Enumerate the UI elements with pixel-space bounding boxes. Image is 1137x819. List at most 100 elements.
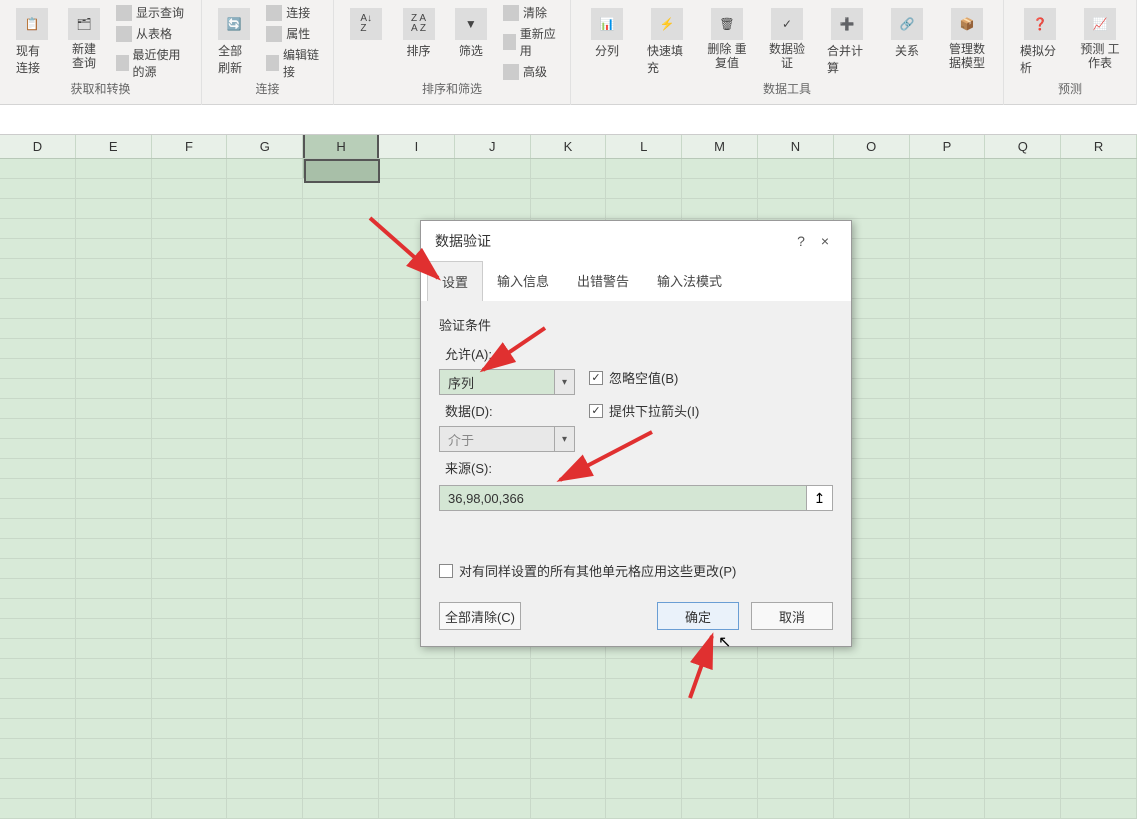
cell[interactable]	[985, 539, 1061, 559]
cell[interactable]	[152, 759, 228, 779]
cell[interactable]	[910, 599, 986, 619]
cell[interactable]	[0, 599, 76, 619]
dialog-close-button[interactable]: ×	[813, 233, 837, 249]
cell[interactable]	[76, 699, 152, 719]
clear-filter-button[interactable]: 清除	[503, 4, 558, 21]
cell[interactable]	[1061, 499, 1137, 519]
cell[interactable]	[531, 179, 607, 199]
cell[interactable]	[682, 159, 758, 179]
reapply-button[interactable]: 重新应用	[503, 25, 558, 59]
source-input[interactable]	[439, 485, 807, 511]
cell[interactable]	[152, 379, 228, 399]
cell[interactable]	[0, 459, 76, 479]
cell[interactable]	[227, 259, 303, 279]
cell[interactable]	[910, 199, 986, 219]
cell[interactable]	[0, 679, 76, 699]
cell[interactable]	[152, 359, 228, 379]
cell[interactable]	[834, 179, 910, 199]
cell[interactable]	[531, 199, 607, 219]
cell[interactable]	[985, 579, 1061, 599]
column-header-I[interactable]: I	[379, 135, 455, 158]
cell[interactable]	[910, 279, 986, 299]
cell[interactable]	[379, 779, 455, 799]
cell[interactable]	[76, 519, 152, 539]
cell[interactable]	[0, 499, 76, 519]
cell[interactable]	[910, 179, 986, 199]
cell[interactable]	[985, 459, 1061, 479]
cell[interactable]	[76, 439, 152, 459]
cell[interactable]	[910, 459, 986, 479]
cell[interactable]	[682, 799, 758, 819]
cell[interactable]	[227, 739, 303, 759]
cell[interactable]	[455, 719, 531, 739]
cell[interactable]	[531, 739, 607, 759]
cell[interactable]	[76, 679, 152, 699]
cell[interactable]	[152, 319, 228, 339]
cell[interactable]	[910, 559, 986, 579]
cell[interactable]	[910, 799, 986, 819]
from-table-button[interactable]: 从表格	[116, 25, 189, 42]
cell[interactable]	[1061, 379, 1137, 399]
cell[interactable]	[227, 319, 303, 339]
cell[interactable]	[1061, 199, 1137, 219]
connections-button[interactable]: 连接	[266, 4, 321, 21]
cell[interactable]	[76, 659, 152, 679]
cell[interactable]	[0, 219, 76, 239]
cell[interactable]	[0, 299, 76, 319]
cell[interactable]	[152, 579, 228, 599]
cell[interactable]	[910, 239, 986, 259]
cell[interactable]	[985, 559, 1061, 579]
cell[interactable]	[910, 259, 986, 279]
cell[interactable]	[303, 519, 379, 539]
cell[interactable]	[910, 479, 986, 499]
cell[interactable]	[682, 759, 758, 779]
cell[interactable]	[910, 579, 986, 599]
cell[interactable]	[758, 199, 834, 219]
sort-az-button[interactable]: A↓Z	[346, 4, 386, 44]
cell[interactable]	[379, 659, 455, 679]
cell[interactable]	[1061, 539, 1137, 559]
cell[interactable]	[0, 419, 76, 439]
cell[interactable]	[1061, 399, 1137, 419]
cell[interactable]	[379, 159, 455, 179]
flash-fill-button[interactable]: ⚡快速填充	[643, 4, 691, 80]
cell[interactable]	[152, 299, 228, 319]
cell[interactable]	[455, 799, 531, 819]
cell[interactable]	[834, 799, 910, 819]
cell[interactable]	[1061, 519, 1137, 539]
cell[interactable]	[758, 719, 834, 739]
cell[interactable]	[606, 799, 682, 819]
manage-data-model-button[interactable]: 📦管理数 据模型	[943, 4, 991, 75]
cell[interactable]	[834, 759, 910, 779]
cell[interactable]	[758, 739, 834, 759]
cell[interactable]	[76, 559, 152, 579]
cell[interactable]	[1061, 699, 1137, 719]
cell[interactable]	[227, 559, 303, 579]
cell[interactable]	[758, 759, 834, 779]
cell[interactable]	[152, 679, 228, 699]
cell[interactable]	[152, 339, 228, 359]
cell[interactable]	[834, 699, 910, 719]
cell[interactable]	[76, 259, 152, 279]
cell[interactable]	[303, 539, 379, 559]
column-header-G[interactable]: G	[227, 135, 303, 158]
cell[interactable]	[227, 299, 303, 319]
cell[interactable]	[0, 339, 76, 359]
cell[interactable]	[303, 739, 379, 759]
cell[interactable]	[0, 579, 76, 599]
cell[interactable]	[76, 599, 152, 619]
cell[interactable]	[303, 759, 379, 779]
cell[interactable]	[303, 439, 379, 459]
refresh-all-button[interactable]: 🔄 全部刷新	[214, 4, 254, 80]
cell[interactable]	[0, 239, 76, 259]
cell[interactable]	[910, 339, 986, 359]
cell[interactable]	[152, 499, 228, 519]
column-header-L[interactable]: L	[606, 135, 682, 158]
cell[interactable]	[455, 159, 531, 179]
column-header-J[interactable]: J	[455, 135, 531, 158]
cell[interactable]	[1061, 259, 1137, 279]
advanced-filter-button[interactable]: 高级	[503, 63, 558, 80]
cell[interactable]	[76, 759, 152, 779]
cell[interactable]	[152, 639, 228, 659]
cell[interactable]	[910, 419, 986, 439]
